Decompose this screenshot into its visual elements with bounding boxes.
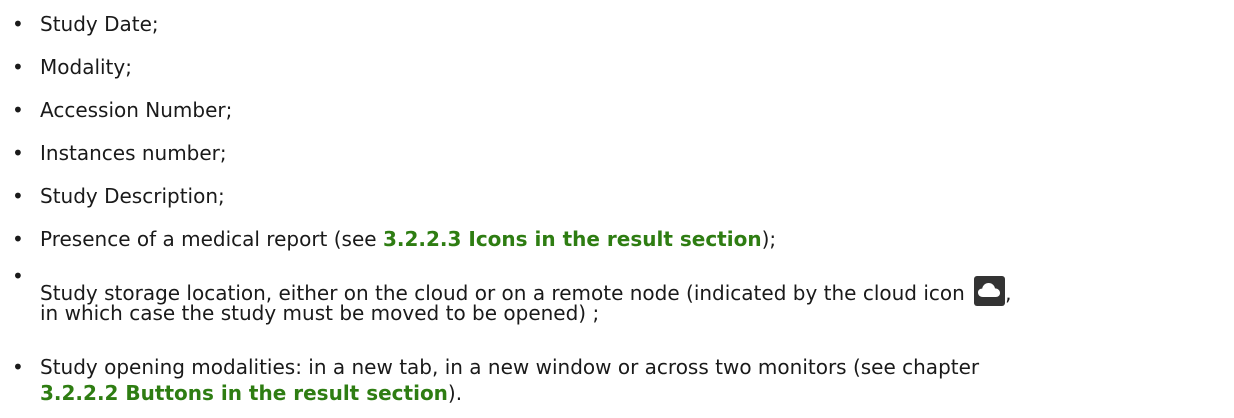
list-item-text-line2: in which case the study must be moved to… xyxy=(40,301,600,325)
bullet-marker: • xyxy=(12,264,24,288)
list-item-text: Modality; xyxy=(40,55,132,79)
list-item-text: Study Date; xyxy=(40,12,159,36)
text-segment: Presence of a medical report (see xyxy=(40,227,383,251)
bullet-marker: • xyxy=(12,12,24,36)
list-item-text: Accession Number; xyxy=(40,98,233,122)
link-icons-in-result-section[interactable]: 3.2.2.3 Icons in the result section xyxy=(383,227,762,251)
bullet-marker: • xyxy=(12,227,24,251)
cloud-icon xyxy=(974,276,1006,306)
link-buttons-in-result-section[interactable]: 3.2.2.2 Buttons in the result section xyxy=(40,381,448,405)
text-segment: ); xyxy=(761,227,777,251)
list-item-text: Study Description; xyxy=(40,184,225,208)
bullet-marker: • xyxy=(12,355,24,379)
text-segment: , xyxy=(1005,281,1012,305)
list-item-storage-location: • Study storage location, either on the … xyxy=(0,264,1234,326)
bullet-marker: • xyxy=(12,98,24,122)
list-item-opening-modalities: • Study opening modalities: in a new tab… xyxy=(0,355,1234,411)
bullet-marker: • xyxy=(12,141,24,165)
bullet-marker: • xyxy=(12,55,24,79)
list-item-text: Study opening modalities: in a new tab, … xyxy=(40,355,980,379)
list-item-text: Presence of a medical report (see 3.2.2.… xyxy=(40,227,776,251)
bullet-marker: • xyxy=(12,184,24,208)
list-item-text-line2: 3.2.2.2 Buttons in the result section). xyxy=(40,381,462,405)
text-segment: ). xyxy=(447,381,463,405)
list-item-text: Instances number; xyxy=(40,141,227,165)
